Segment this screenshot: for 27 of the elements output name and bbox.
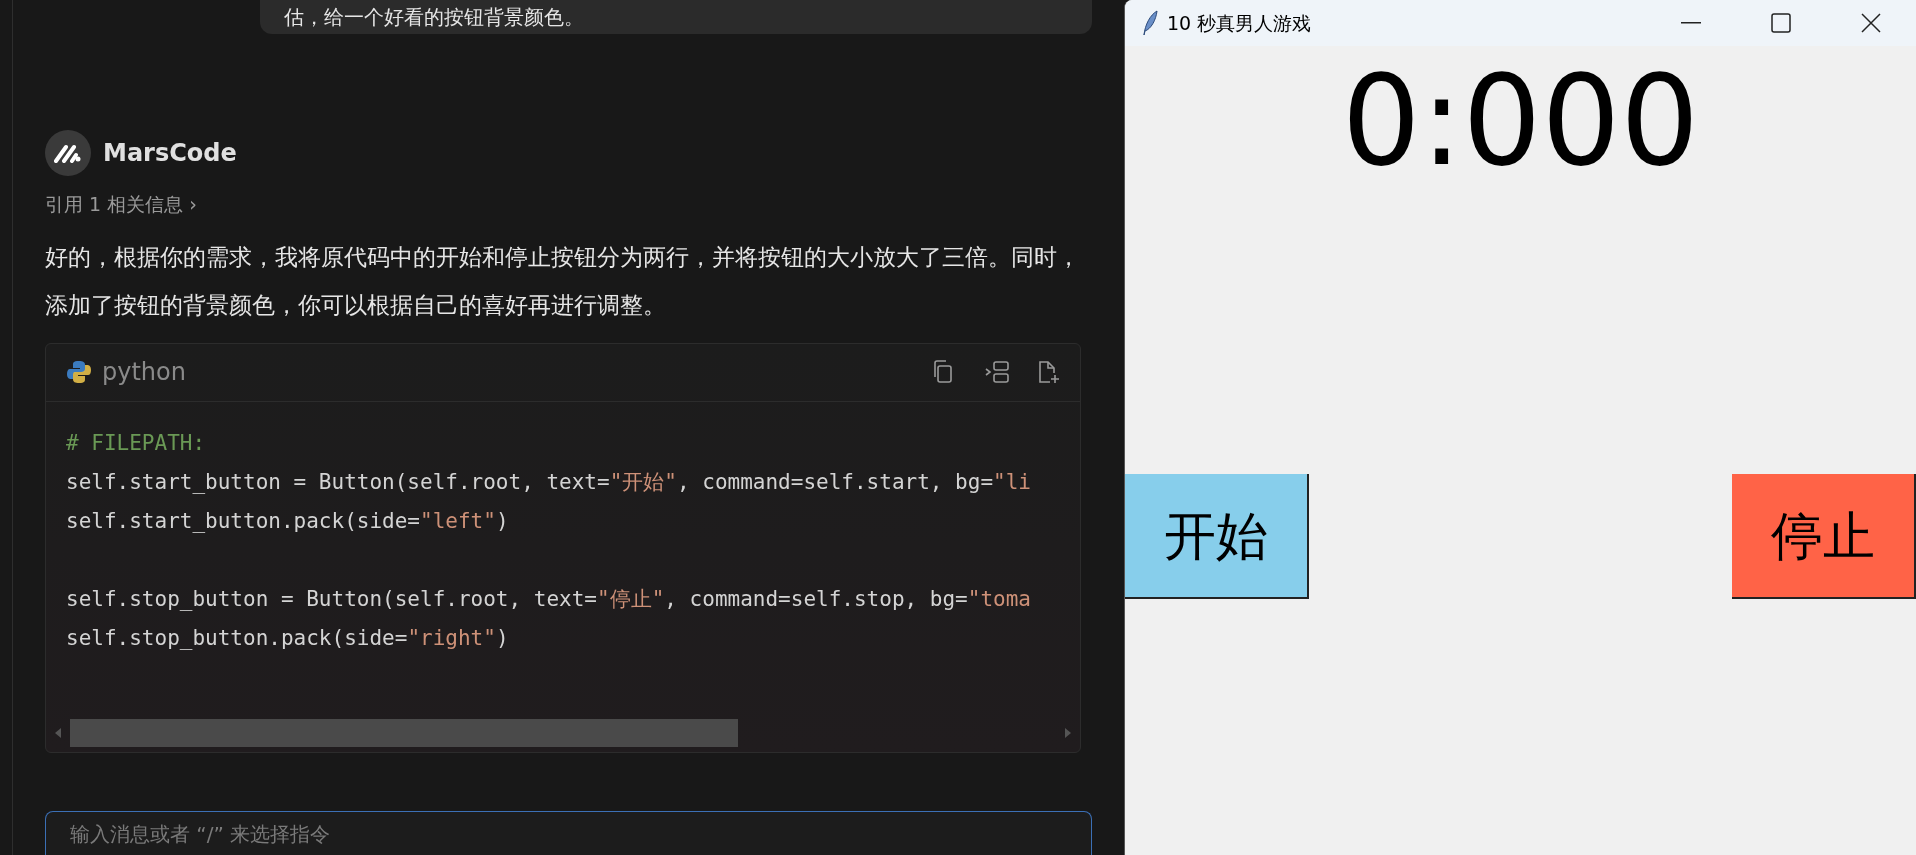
close-icon	[1861, 13, 1881, 33]
user-message: 估，给一个好看的按钮背景颜色。	[260, 0, 1092, 34]
maximize-icon	[1771, 13, 1791, 33]
reply-text: 好的，根据你的需求，我将原代码中的开始和停止按钮分为两行，并将按钮的大小放大了三倍。同时，添加了按钮的背景颜色，你可以根据自己的喜好再进行调整。	[45, 242, 1081, 320]
minimize-icon	[1681, 22, 1701, 24]
message-input[interactable]: 输入消息或者 “/” 来选择指令	[45, 811, 1092, 855]
insert-icon[interactable]	[984, 360, 1010, 384]
feather-icon	[1141, 10, 1159, 36]
python-icon	[66, 359, 92, 385]
window-title: 10 秒真男人游戏	[1167, 10, 1312, 36]
code-line: # FILEPATH:	[66, 429, 206, 457]
scroll-right-icon[interactable]	[1064, 726, 1072, 739]
scroll-left-icon[interactable]	[54, 726, 62, 739]
reference-link[interactable]: 引用 1 相关信息 ›	[45, 190, 197, 219]
avatar-icon	[45, 130, 91, 176]
code-line: self.stop_button = Button(self.root, text="停止", command=self.stop, bg="toma	[66, 585, 1031, 613]
timer-display: 0:000	[1341, 56, 1700, 186]
game-button[interactable]: 开始	[1125, 474, 1309, 599]
game-button[interactable]: 停止	[1732, 474, 1916, 599]
code-line: self.start_button = Button(self.root, text="开始", command=self.start, bg="li	[66, 468, 1031, 496]
code-line: self.stop_button.pack(side="right")	[66, 624, 509, 652]
horizontal-scrollbar[interactable]	[54, 717, 1072, 748]
assistant-name: MarsCode	[103, 138, 237, 169]
copy-icon[interactable]	[932, 360, 954, 384]
code-line: self.start_button.pack(side="left")	[66, 507, 509, 535]
language-label: python	[102, 357, 186, 388]
new-file-icon[interactable]	[1036, 360, 1060, 384]
